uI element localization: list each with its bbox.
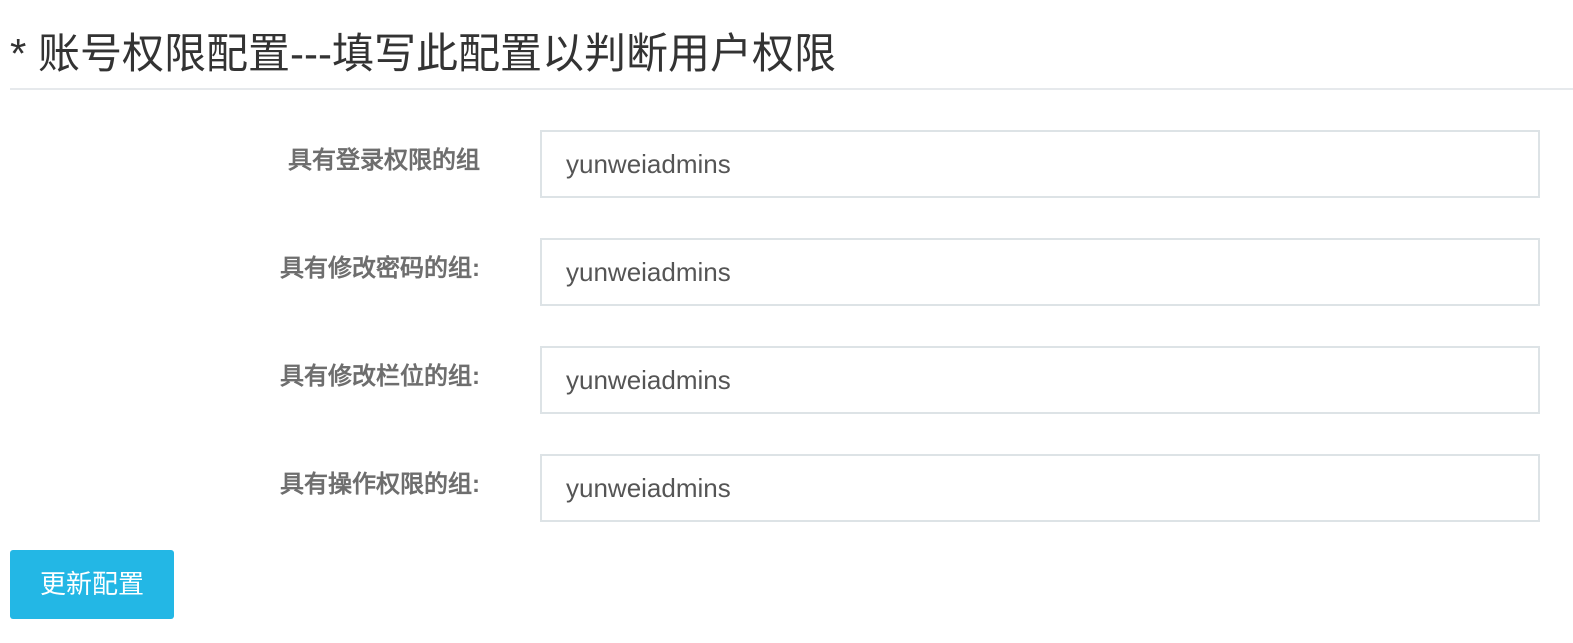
operation-group-input[interactable] — [540, 454, 1540, 522]
password-group-label: 具有修改密码的组: — [280, 255, 480, 282]
login-group-label: 具有登录权限的组 — [288, 147, 480, 174]
update-config-button[interactable]: 更新配置 — [10, 550, 174, 619]
form-row-password-group: 具有修改密码的组: — [0, 238, 1573, 306]
form-row-operation-group: 具有操作权限的组: — [0, 454, 1573, 522]
page-title: * 账号权限配置---填写此配置以判断用户权限 — [10, 30, 836, 77]
field-group-input[interactable] — [540, 346, 1540, 414]
field-group-label: 具有修改栏位的组: — [280, 363, 480, 390]
operation-group-label: 具有操作权限的组: — [280, 471, 480, 498]
form-row-field-group: 具有修改栏位的组: — [0, 346, 1573, 414]
password-group-input[interactable] — [540, 238, 1540, 306]
page-header: * 账号权限配置---填写此配置以判断用户权限 — [10, 0, 1573, 90]
form-row-login-group: 具有登录权限的组 — [0, 130, 1573, 198]
login-group-input[interactable] — [540, 130, 1540, 198]
